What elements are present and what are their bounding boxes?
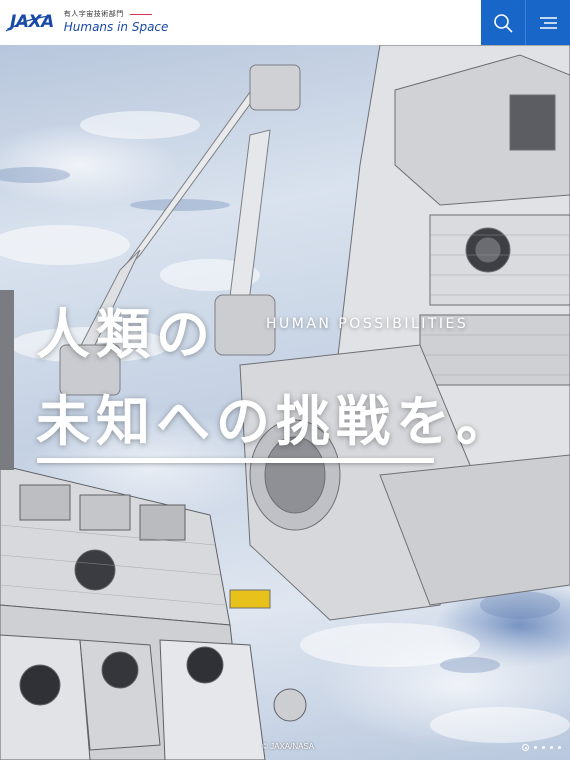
jaxa-logo: JAXA (5, 12, 54, 32)
hero-underline (37, 458, 434, 463)
carousel-dot-2[interactable] (534, 746, 537, 749)
carousel-dot-4[interactable] (550, 746, 553, 749)
accent-line (129, 13, 152, 15)
jaxa-swoosh-icon (5, 14, 51, 31)
carousel-pagination (522, 744, 561, 751)
department-en: Humans in Space (63, 20, 169, 34)
hero-subtitle: HUMAN POSSIBILITIES (266, 316, 469, 332)
department-name: 有人宇宙技術部門 Humans in Space (64, 9, 169, 34)
hero-slider: 人類の HUMAN POSSIBILITIES 未知への挑戦を。 © JAXA/… (0, 45, 570, 760)
search-icon (494, 13, 513, 32)
hero-headline-line2: 未知への挑戦を。 (36, 390, 516, 453)
hamburger-menu-icon (540, 16, 557, 29)
image-credit: © JAXA/NASA (262, 742, 315, 751)
carousel-dot-5[interactable] (558, 746, 561, 749)
carousel-dot-1[interactable] (522, 744, 529, 751)
search-button[interactable] (481, 0, 525, 45)
site-logo-link[interactable]: JAXA 有人宇宙技術部門 Humans in Space (5, 9, 169, 34)
department-jp: 有人宇宙技術部門 (63, 10, 124, 18)
menu-button[interactable] (526, 0, 570, 45)
site-header: JAXA 有人宇宙技術部門 Humans in Space (0, 0, 570, 45)
carousel-dot-3[interactable] (542, 746, 545, 749)
hero-headline-line1: 人類の (36, 303, 216, 366)
header-divider (525, 0, 526, 45)
